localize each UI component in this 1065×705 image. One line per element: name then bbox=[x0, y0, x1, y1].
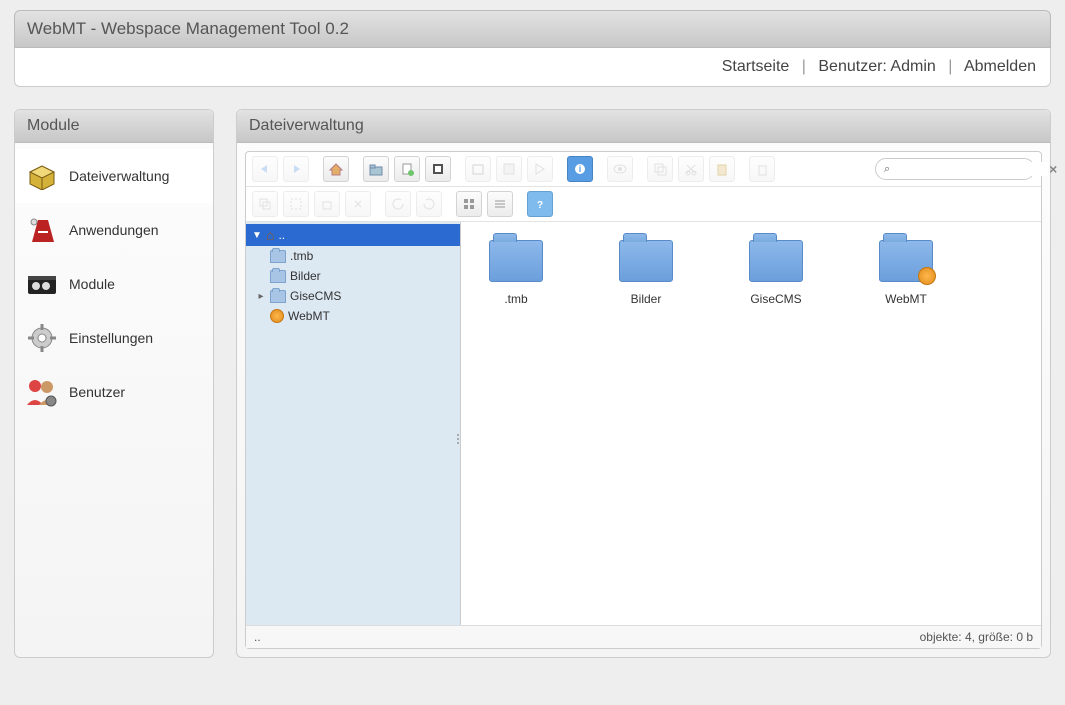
folder-item-webmt[interactable]: WebMT bbox=[861, 240, 951, 607]
upload-button[interactable] bbox=[425, 156, 451, 182]
folder-tree: ▼ ⌂ .. .tmb Bilder ▸ bbox=[246, 222, 461, 625]
folder-icon bbox=[270, 250, 286, 263]
download-button[interactable] bbox=[496, 156, 522, 182]
folder-item-gisecms[interactable]: GiseCMS bbox=[731, 240, 821, 607]
folder-icon bbox=[270, 290, 286, 303]
readonly-icon bbox=[270, 309, 284, 323]
folder-icon bbox=[489, 240, 543, 282]
cut-button[interactable] bbox=[678, 156, 704, 182]
content-panel: Dateiverwaltung i bbox=[236, 109, 1051, 658]
view-icons-button[interactable] bbox=[456, 191, 482, 217]
forward-button[interactable] bbox=[283, 156, 309, 182]
nav-home-link[interactable]: Startseite bbox=[722, 58, 790, 75]
app-title: WebMT - Webspace Management Tool 0.2 bbox=[27, 19, 349, 38]
sidebar-item-label: Benutzer bbox=[69, 384, 125, 400]
status-path: .. bbox=[254, 630, 261, 644]
sidebar-item-label: Anwendungen bbox=[69, 222, 159, 238]
separator: | bbox=[940, 58, 960, 75]
module-icon bbox=[25, 267, 59, 301]
sidebar-item-einstellungen[interactable]: Einstellungen bbox=[15, 311, 213, 365]
extract-button[interactable] bbox=[314, 191, 340, 217]
tree-item-tmb[interactable]: .tmb bbox=[246, 246, 460, 266]
sidebar-item-label: Einstellungen bbox=[69, 330, 153, 346]
resize-handle[interactable] bbox=[457, 424, 463, 454]
folder-icon bbox=[749, 240, 803, 282]
tree-label: .tmb bbox=[290, 249, 313, 263]
delete-button[interactable] bbox=[749, 156, 775, 182]
sidebar-item-module[interactable]: Module bbox=[15, 257, 213, 311]
folder-item-tmb[interactable]: .tmb bbox=[471, 240, 561, 607]
tree-item-gisecms[interactable]: ▸ GiseCMS bbox=[246, 286, 460, 306]
tree-label: Bilder bbox=[290, 269, 321, 283]
app-icon bbox=[25, 213, 59, 247]
expand-icon: ▸ bbox=[256, 291, 266, 302]
folder-label: GiseCMS bbox=[750, 292, 801, 306]
tree-label: WebMT bbox=[288, 309, 330, 323]
tree-item-webmt[interactable]: WebMT bbox=[246, 306, 460, 326]
sidebar-item-dateiverwaltung[interactable]: Dateiverwaltung bbox=[15, 149, 213, 203]
users-icon bbox=[25, 375, 59, 409]
nav-logout-link[interactable]: Abmelden bbox=[964, 58, 1036, 75]
archive-button[interactable] bbox=[345, 191, 371, 217]
nav-user-link[interactable]: Benutzer: Admin bbox=[818, 58, 940, 75]
new-folder-button[interactable] bbox=[363, 156, 389, 182]
folder-readonly-icon bbox=[879, 240, 933, 282]
folder-view: .tmb Bilder GiseCMS WebMT bbox=[461, 222, 1041, 625]
sidebar-panel: Module Dateiverwaltung Anwendungen Modul… bbox=[14, 109, 214, 658]
back-button[interactable] bbox=[252, 156, 278, 182]
status-bar: .. objekte: 4, größe: 0 b bbox=[246, 625, 1041, 648]
folder-label: WebMT bbox=[885, 292, 927, 306]
search-input[interactable] bbox=[894, 162, 1049, 176]
collapse-icon: ▼ bbox=[252, 230, 262, 241]
separator: | bbox=[794, 58, 814, 75]
sidebar-item-benutzer[interactable]: Benutzer bbox=[15, 365, 213, 419]
tree-label: .. bbox=[278, 228, 285, 242]
open-button[interactable] bbox=[465, 156, 491, 182]
tree-root[interactable]: ▼ ⌂ .. bbox=[246, 224, 460, 246]
toolbar-row-1: i ⌕ × bbox=[246, 152, 1041, 187]
file-manager: i ⌕ × bbox=[245, 151, 1042, 649]
app-title-bar: WebMT - Webspace Management Tool 0.2 bbox=[14, 10, 1051, 48]
sidebar-item-label: Module bbox=[69, 276, 115, 292]
copy-button[interactable] bbox=[647, 156, 673, 182]
folder-icon bbox=[619, 240, 673, 282]
rotate-left-button[interactable] bbox=[385, 191, 411, 217]
help-button[interactable]: ? bbox=[527, 191, 553, 217]
preview-button[interactable] bbox=[607, 156, 633, 182]
select-button[interactable] bbox=[527, 156, 553, 182]
status-info: objekte: 4, größe: 0 b bbox=[920, 630, 1033, 644]
tree-label: GiseCMS bbox=[290, 289, 341, 303]
svg-text:i: i bbox=[579, 164, 582, 174]
folder-item-bilder[interactable]: Bilder bbox=[601, 240, 691, 607]
select-all-button[interactable] bbox=[283, 191, 309, 217]
header-nav: Startseite | Benutzer: Admin | Abmelden bbox=[14, 48, 1051, 87]
box-icon bbox=[25, 159, 59, 193]
new-file-button[interactable] bbox=[394, 156, 420, 182]
duplicate-button[interactable] bbox=[252, 191, 278, 217]
search-box[interactable]: ⌕ × bbox=[875, 158, 1035, 180]
gear-icon bbox=[25, 321, 59, 355]
home-button[interactable] bbox=[323, 156, 349, 182]
view-list-button[interactable] bbox=[487, 191, 513, 217]
sidebar-item-anwendungen[interactable]: Anwendungen bbox=[15, 203, 213, 257]
content-title: Dateiverwaltung bbox=[237, 110, 1050, 143]
search-icon: ⌕ bbox=[884, 163, 890, 176]
folder-label: Bilder bbox=[631, 292, 662, 306]
info-button[interactable]: i bbox=[567, 156, 593, 182]
svg-text:?: ? bbox=[537, 200, 543, 210]
clear-search-icon[interactable]: × bbox=[1049, 161, 1057, 177]
paste-button[interactable] bbox=[709, 156, 735, 182]
sidebar-title: Module bbox=[15, 110, 213, 143]
tree-item-bilder[interactable]: Bilder bbox=[246, 266, 460, 286]
toolbar-row-2: ? bbox=[246, 187, 1041, 222]
home-icon: ⌂ bbox=[266, 227, 274, 243]
folder-label: .tmb bbox=[504, 292, 527, 306]
sidebar-item-label: Dateiverwaltung bbox=[69, 168, 169, 184]
rotate-right-button[interactable] bbox=[416, 191, 442, 217]
folder-icon bbox=[270, 270, 286, 283]
